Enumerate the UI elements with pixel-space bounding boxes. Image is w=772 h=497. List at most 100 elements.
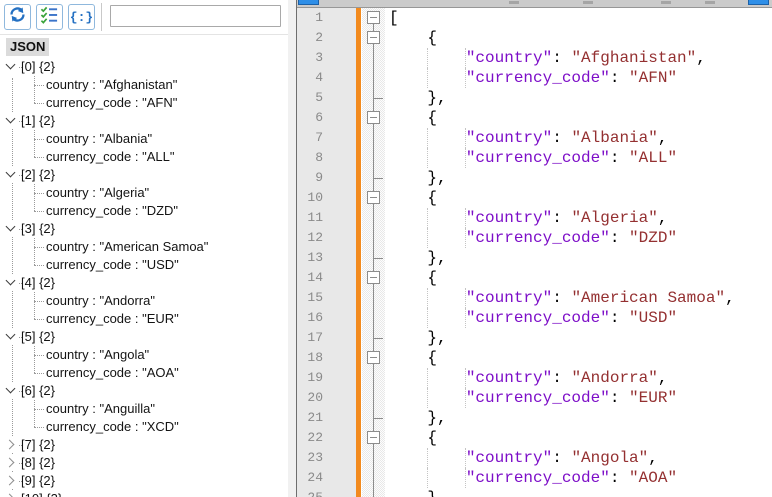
tree-leaf-country[interactable]: country : "Anguilla" xyxy=(0,400,288,418)
tree-node-label: [6] {2} xyxy=(21,382,55,400)
code-line-7[interactable]: 7 "country": "Albania", xyxy=(297,128,772,148)
format-json-button[interactable]: {:} xyxy=(68,4,95,30)
fold-collapse-box[interactable] xyxy=(367,11,380,24)
code-line-19[interactable]: 19 "country": "Andorra", xyxy=(297,368,772,388)
code-line-24[interactable]: 24 "currency_code": "AOA" xyxy=(297,468,772,488)
tree-leaf-country[interactable]: country : "Angola" xyxy=(0,346,288,364)
tree-leaf-currency_code[interactable]: currency_code : "EUR" xyxy=(0,310,288,328)
code-line-14[interactable]: 14 { xyxy=(297,268,772,288)
tree-leaf-label: currency_code : "EUR" xyxy=(46,310,179,328)
tree-leaf-country[interactable]: country : "Afghanistan" xyxy=(0,76,288,94)
tree-node[interactable]: [10] {2} xyxy=(0,490,288,497)
code-line-18[interactable]: 18 { xyxy=(297,348,772,368)
tree-node[interactable]: [5] {2} xyxy=(0,328,288,346)
tree-leaf-country[interactable]: country : "Algeria" xyxy=(0,184,288,202)
code-line-21[interactable]: 21 }, xyxy=(297,408,772,428)
code-line-12[interactable]: 12 "currency_code": "DZD" xyxy=(297,228,772,248)
code-line-3[interactable]: 3 "country": "Afghanistan", xyxy=(297,48,772,68)
code-line-16[interactable]: 16 "currency_code": "USD" xyxy=(297,308,772,328)
chevron-down-icon[interactable] xyxy=(3,113,18,128)
refresh-button[interactable] xyxy=(4,4,31,30)
fold-collapse-box[interactable] xyxy=(367,111,380,124)
tree-node[interactable]: [6] {2} xyxy=(0,382,288,400)
code-line-6[interactable]: 6 { xyxy=(297,108,772,128)
chevron-down-icon[interactable] xyxy=(3,383,18,398)
tree-node[interactable]: [9] {2} xyxy=(0,472,288,490)
chevron-down-icon[interactable] xyxy=(3,221,18,236)
tree-root-node[interactable]: JSON xyxy=(6,38,49,56)
code-line-9[interactable]: 9 }, xyxy=(297,168,772,188)
tree-node[interactable]: [8] {2} xyxy=(0,454,288,472)
line-number: 10 xyxy=(297,188,323,208)
tree-node[interactable]: [0] {2} xyxy=(0,58,288,76)
code-line-1[interactable]: 1[ xyxy=(297,8,772,28)
tree-children: country : "Afghanistan"currency_code : "… xyxy=(0,76,288,112)
chevron-right-icon[interactable] xyxy=(3,455,18,470)
tree-leaf-currency_code[interactable]: currency_code : "AOA" xyxy=(0,364,288,382)
tree-node[interactable]: [7] {2} xyxy=(0,436,288,454)
tree-children: country : "American Samoa"currency_code … xyxy=(0,238,288,274)
search-input[interactable] xyxy=(110,5,281,27)
code-line-2[interactable]: 2 { xyxy=(297,28,772,48)
tree-leaf-label: currency_code : "AFN" xyxy=(46,94,177,112)
code-line-11[interactable]: 11 "country": "Algeria", xyxy=(297,208,772,228)
code-line-10[interactable]: 10 { xyxy=(297,188,772,208)
fold-collapse-box[interactable] xyxy=(367,271,380,284)
code-editor: 1[2 {3 "country": "Afghanistan",4 "curre… xyxy=(296,0,772,497)
fold-marker-cell xyxy=(362,488,385,497)
indent-guide xyxy=(465,68,466,88)
chevron-down-icon[interactable] xyxy=(3,329,18,344)
tree-leaf-currency_code[interactable]: currency_code : "DZD" xyxy=(0,202,288,220)
json-punctuation: : xyxy=(552,129,571,147)
chevron-right-icon[interactable] xyxy=(3,437,18,452)
tab-strip-artifact xyxy=(661,1,671,4)
tree-leaf-currency_code[interactable]: currency_code : "AFN" xyxy=(0,94,288,112)
tree-node[interactable]: [3] {2} xyxy=(0,220,288,238)
tree-leaf-country[interactable]: country : "Albania" xyxy=(0,130,288,148)
tree-leaf-country[interactable]: country : "Andorra" xyxy=(0,292,288,310)
line-number: 8 xyxy=(297,148,323,168)
fold-collapse-box[interactable] xyxy=(367,31,380,44)
json-viewer-panel: {:} JSON [0] {2}country : "Afghanistan"c… xyxy=(0,0,288,497)
fold-collapse-box[interactable] xyxy=(367,351,380,364)
tree-leaf-currency_code[interactable]: currency_code : "XCD" xyxy=(0,418,288,436)
chevron-down-icon[interactable] xyxy=(3,275,18,290)
fold-collapse-box[interactable] xyxy=(367,431,380,444)
chevron-glyph xyxy=(4,458,14,468)
tree-node[interactable]: [4] {2} xyxy=(0,274,288,292)
tree-children: country : "Anguilla"currency_code : "XCD… xyxy=(0,400,288,436)
chevron-down-icon[interactable] xyxy=(3,167,18,182)
tree-node[interactable]: [1] {2} xyxy=(0,112,288,130)
code-line-4[interactable]: 4 "currency_code": "AFN" xyxy=(297,68,772,88)
tree-node-label: [8] {2} xyxy=(21,454,55,472)
tree-connector-tick xyxy=(34,85,44,86)
json-punctuation: , xyxy=(648,449,658,467)
fold-marker-cell xyxy=(362,68,385,88)
chevron-glyph xyxy=(6,222,16,232)
code-line-5[interactable]: 5 }, xyxy=(297,88,772,108)
code-line-22[interactable]: 22 { xyxy=(297,428,772,448)
code-line-8[interactable]: 8 "currency_code": "ALL" xyxy=(297,148,772,168)
chevron-right-icon[interactable] xyxy=(3,491,18,497)
fold-collapse-box[interactable] xyxy=(367,191,380,204)
chevron-glyph xyxy=(6,384,16,394)
json-tree: JSON [0] {2}country : "Afghanistan"curre… xyxy=(0,36,288,497)
tree-node-label: [4] {2} xyxy=(21,274,55,292)
tree-leaf-currency_code[interactable]: currency_code : "USD" xyxy=(0,256,288,274)
tree-leaf-country[interactable]: country : "American Samoa" xyxy=(0,238,288,256)
code-line-15[interactable]: 15 "country": "American Samoa", xyxy=(297,288,772,308)
validate-checklist-button[interactable] xyxy=(36,4,63,30)
code-line-23[interactable]: 23 "country": "Angola", xyxy=(297,448,772,468)
fold-marker-cell xyxy=(362,308,385,328)
editor-body[interactable]: 1[2 {3 "country": "Afghanistan",4 "curre… xyxy=(297,8,772,497)
chevron-down-icon[interactable] xyxy=(3,59,18,74)
chevron-right-icon[interactable] xyxy=(3,473,18,488)
tree-node[interactable]: [2] {2} xyxy=(0,166,288,184)
tree-leaf-currency_code[interactable]: currency_code : "ALL" xyxy=(0,148,288,166)
panel-splitter[interactable] xyxy=(288,0,296,497)
code-line-20[interactable]: 20 "currency_code": "EUR" xyxy=(297,388,772,408)
code-line-17[interactable]: 17 }, xyxy=(297,328,772,348)
code-line-13[interactable]: 13 }, xyxy=(297,248,772,268)
code-line-25[interactable]: 25 }, xyxy=(297,488,772,497)
json-string-value: "Albania" xyxy=(571,129,657,147)
